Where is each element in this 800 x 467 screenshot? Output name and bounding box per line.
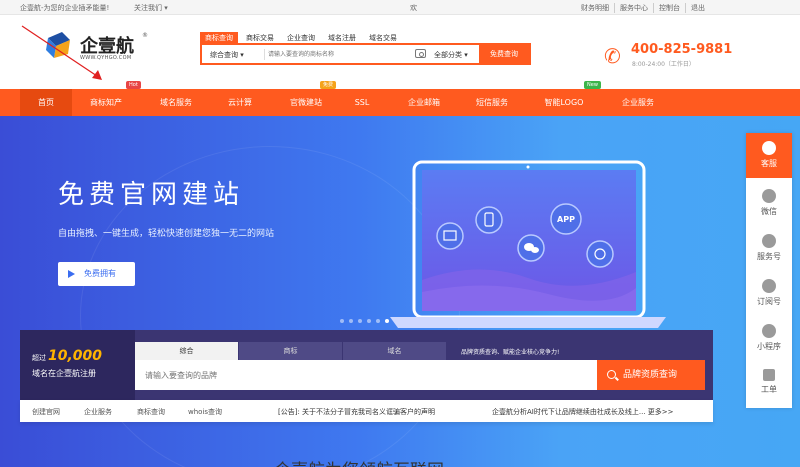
- phone-hours: 8:00-24:00（工作日）: [632, 61, 695, 68]
- stats-line2: 域名在企壹航注册: [32, 369, 96, 378]
- carousel-dot[interactable]: [340, 319, 344, 323]
- sidebar-wechat[interactable]: 微信: [746, 181, 792, 217]
- new-badge: New: [584, 81, 601, 89]
- sidebar-customer-service[interactable]: 客服: [746, 133, 792, 178]
- laptop-illustration: APP: [390, 160, 666, 328]
- phone-icon: ✆: [604, 44, 621, 68]
- nav-enterprise[interactable]: 企业服务: [608, 89, 668, 116]
- ticket-icon: [763, 369, 775, 381]
- top-link-service[interactable]: 服务中心: [614, 3, 653, 13]
- quick-links-bar: 创建官网 企业服务 商标查询 whois查询 [公告]: 关于不法分子冒充我司名…: [20, 400, 713, 422]
- panel-tab-domain[interactable]: 域名: [343, 342, 446, 360]
- panel-tabs: 综合 商标 域名: [135, 342, 447, 360]
- top-link-logout[interactable]: 退出: [685, 3, 710, 13]
- nav-logo-label: 智能LOGO: [544, 98, 584, 107]
- sidebar-service-account[interactable]: 服务号: [746, 226, 792, 262]
- top-link-finance[interactable]: 财务明细: [576, 3, 614, 13]
- top-bar: 企壹航-为您的企业插矛能量! 关注我们 ▾ 欢 财务明细 服务中心 控制台 退出: [0, 0, 800, 15]
- sidebar-label: 工单: [761, 385, 777, 394]
- search-type-select[interactable]: 综合查询 ▾: [210, 50, 244, 60]
- brand-search-input[interactable]: [135, 360, 597, 390]
- nav-cloud[interactable]: 云计算: [212, 89, 268, 116]
- section-title: 企壹航为您领航互联网: [274, 456, 444, 467]
- top-link-console[interactable]: 控制台: [653, 3, 685, 13]
- brand-search-button[interactable]: 品牌资质查询: [597, 360, 705, 390]
- floating-sidebar: 客服 微信 服务号 订阅号 小程序 工单: [746, 133, 792, 408]
- sidebar-subscription[interactable]: 订阅号: [746, 271, 792, 307]
- carousel-dot[interactable]: [376, 319, 380, 323]
- sidebar-label: 微信: [761, 207, 777, 216]
- sidebar-ticket[interactable]: 工单: [746, 361, 792, 395]
- panel-tab-trademark[interactable]: 商标: [239, 342, 342, 360]
- quick-link-trademark[interactable]: 商标查询: [137, 407, 165, 417]
- sidebar-label: 服务号: [757, 252, 781, 261]
- free-search-button[interactable]: 免费查询: [479, 45, 529, 63]
- carousel-dot[interactable]: [367, 319, 371, 323]
- headset-icon: [762, 141, 776, 155]
- panel-stats: 超过 10,000 域名在企壹航注册: [20, 330, 135, 400]
- shield-check-icon: [762, 234, 776, 248]
- hot-badge: Hot: [126, 81, 141, 89]
- free-own-label: 免费拥有: [84, 269, 116, 278]
- nav-domain[interactable]: 域名服务: [146, 89, 206, 116]
- sidebar-mini-program[interactable]: 小程序: [746, 316, 792, 352]
- nav-sms[interactable]: 短信服务: [462, 89, 522, 116]
- follow-us-link[interactable]: 关注我们 ▾: [134, 3, 168, 13]
- shield-check-icon: [762, 279, 776, 293]
- stats-prefix: 超过: [32, 354, 46, 362]
- search-input[interactable]: [268, 48, 408, 61]
- wechat-icon: [762, 189, 776, 203]
- quick-link-whois[interactable]: whois查询: [188, 407, 222, 417]
- shield-check-icon: [762, 324, 776, 338]
- app-label: APP: [557, 215, 575, 224]
- quick-link-enterprise[interactable]: 企业服务: [84, 407, 112, 417]
- nav-website[interactable]: 官微建站 免费: [276, 81, 336, 116]
- red-arrow-icon: [21, 25, 102, 80]
- nav-ssl[interactable]: SSL: [342, 89, 382, 116]
- brand-search-label: 品牌资质查询: [623, 370, 678, 380]
- play-icon: [68, 270, 75, 278]
- hero-title: 免费官网建站: [58, 180, 245, 210]
- welcome-text: 企壹航-为您的企业插矛能量!: [20, 4, 110, 12]
- top-links: 财务明细 服务中心 控制台 退出: [576, 3, 710, 13]
- stats-number: 10,000: [48, 348, 103, 364]
- free-own-button[interactable]: 免费拥有: [58, 262, 135, 286]
- divider: [264, 49, 265, 60]
- carousel-dots: [340, 319, 389, 323]
- greeting-text: 欢: [410, 4, 417, 12]
- nav-email[interactable]: 企业邮箱: [394, 89, 454, 116]
- brand-search-panel: 超过 10,000 域名在企壹航注册 综合 商标 域名 品牌资质查询、赋能企业核心…: [20, 330, 713, 400]
- quick-link-website[interactable]: 创建官网: [32, 407, 60, 417]
- nav-logo[interactable]: 智能LOGO New: [532, 81, 601, 116]
- search-icon: [607, 370, 616, 379]
- carousel-dot-active[interactable]: [385, 319, 389, 323]
- carousel-dot[interactable]: [349, 319, 353, 323]
- stats-line1: 超过 10,000: [32, 348, 102, 364]
- panel-tip: 品牌资质查询、赋能企业核心竞争力!: [461, 349, 560, 356]
- header-search-box: 综合查询 ▾ 全部分类 ▾ 免费查询: [200, 43, 531, 65]
- logo-registered: ®: [142, 32, 148, 39]
- sidebar-label: 小程序: [757, 342, 781, 351]
- nav-home[interactable]: 首页: [20, 89, 72, 116]
- phone-number: 400-825-9881: [631, 42, 733, 57]
- panel-tab-all[interactable]: 综合: [135, 342, 238, 360]
- news-link[interactable]: 企壹航分析AI时代下让品牌继续由社成长及线上... 更多>>: [492, 407, 673, 417]
- nav-trademark-label: 商标知产: [90, 98, 122, 107]
- carousel-dot[interactable]: [358, 319, 362, 323]
- category-select[interactable]: 全部分类 ▾: [434, 50, 468, 60]
- camera-icon[interactable]: [415, 49, 426, 58]
- nav-website-label: 官微建站: [290, 98, 322, 107]
- notice-link[interactable]: [公告]: 关于不法分子冒充我司名义诓骗客户的声明: [278, 407, 435, 417]
- main-nav: 首页 商标知产 Hot 域名服务 云计算 官微建站 免费 SSL 企业邮箱 短信…: [0, 81, 800, 116]
- free-badge: 免费: [320, 81, 336, 89]
- sidebar-label: 订阅号: [757, 297, 781, 306]
- sidebar-label: 客服: [761, 159, 777, 168]
- nav-trademark[interactable]: 商标知产 Hot: [74, 81, 141, 116]
- hero-subtitle: 自由拖拽、一键生成，轻松快速创建您独一无二的网站: [58, 229, 275, 239]
